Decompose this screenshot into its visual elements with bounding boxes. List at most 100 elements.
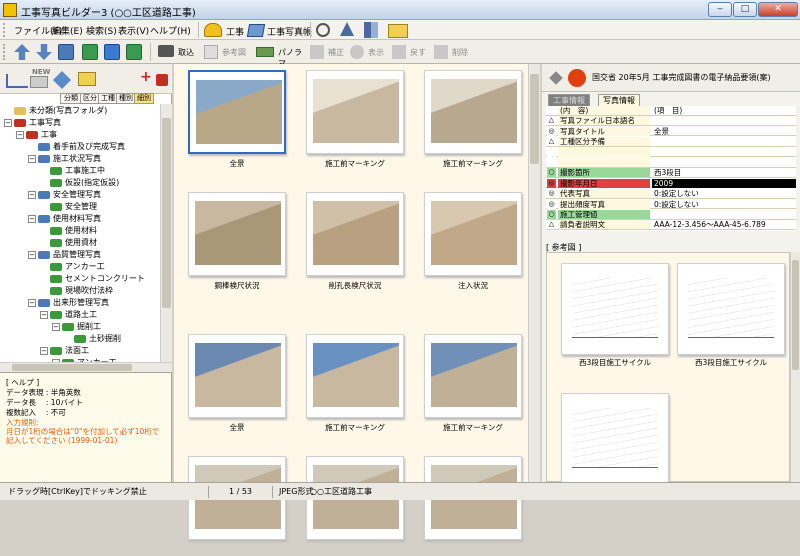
- info-value[interactable]: [652, 210, 796, 219]
- tree-node[interactable]: 安全管理: [40, 201, 97, 213]
- gallery-scrollbar[interactable]: [528, 64, 540, 482]
- expand-toggle-icon[interactable]: −: [16, 130, 24, 139]
- photo-thumbnail[interactable]: 施工前マーキング: [306, 334, 404, 434]
- tree-node[interactable]: − 施工状況写真: [28, 153, 101, 165]
- import-button[interactable]: 取込: [158, 42, 200, 62]
- tree-node[interactable]: セメントコンクリート: [40, 273, 145, 285]
- info-row[interactable]: (内 容) (項 目): [546, 106, 796, 116]
- scroll-thumb[interactable]: [792, 260, 799, 370]
- remove-icon[interactable]: [156, 74, 168, 86]
- info-value[interactable]: [652, 148, 796, 157]
- scroll-thumb[interactable]: [12, 364, 132, 371]
- photo-thumbnail[interactable]: 削孔長検尺状況: [306, 192, 404, 292]
- expand-toggle-icon[interactable]: −: [28, 190, 36, 199]
- photo-thumbnail[interactable]: 施工前マーキング: [424, 70, 522, 170]
- photo-thumbnail[interactable]: [306, 456, 404, 556]
- reference-thumbnail[interactable]: 西3段目施工サイクル: [561, 263, 669, 371]
- photo-thumbnail[interactable]: [424, 456, 522, 556]
- tree-node[interactable]: 現場吹付法枠: [40, 285, 113, 297]
- photo-thumbnail[interactable]: 鋼棒検尺状況: [188, 192, 286, 292]
- display-button[interactable]: 表示: [350, 42, 386, 62]
- info-row[interactable]: △ 工種区分予備: [546, 137, 796, 147]
- minimize-button[interactable]: ‒: [708, 2, 732, 17]
- tree-node[interactable]: − 工事写真: [4, 117, 61, 129]
- import-folder-icon[interactable]: [58, 44, 74, 60]
- menu-help[interactable]: ヘルプ(H): [150, 24, 191, 37]
- tree-scrollbar[interactable]: [160, 104, 172, 362]
- scroll-thumb[interactable]: [162, 118, 171, 308]
- reference-thumbnail[interactable]: 西3段目施工サイクル: [677, 263, 785, 371]
- info-row[interactable]: ○ 撮影箇所 西3段目: [546, 168, 796, 178]
- move-up-icon[interactable]: [14, 44, 30, 60]
- folder-icon[interactable]: [78, 72, 96, 86]
- expand-toggle-icon[interactable]: −: [28, 250, 36, 259]
- info-value[interactable]: 0:設定しない: [652, 200, 796, 209]
- tree-node[interactable]: − 出来形管理写真: [28, 297, 109, 309]
- info-row[interactable]: △ 写真ファイル日本語名: [546, 116, 796, 126]
- tree-node[interactable]: アンカー工: [40, 261, 105, 273]
- tree-node[interactable]: − 使用材料写真: [28, 213, 101, 225]
- tree-node[interactable]: − 工事: [16, 129, 57, 141]
- tree-node[interactable]: 未分類(写真フォルダ): [4, 105, 107, 117]
- panorama-button[interactable]: パノラマ: [256, 42, 306, 68]
- tree-node[interactable]: − 法面工: [40, 345, 89, 357]
- sort-ascending-icon[interactable]: [340, 22, 354, 36]
- tree-node[interactable]: − 品質管理写真: [28, 249, 101, 261]
- menu-edit[interactable]: 編集(E): [52, 24, 83, 37]
- photo-thumbnail[interactable]: 全景: [188, 70, 286, 170]
- tree-node[interactable]: − 安全管理写真: [28, 189, 101, 201]
- tree-node[interactable]: 使用材料: [40, 225, 97, 237]
- expand-toggle-icon[interactable]: −: [28, 154, 36, 163]
- info-value[interactable]: 2009: [652, 178, 796, 188]
- export-icon[interactable]: [126, 44, 142, 60]
- close-button[interactable]: ✕: [758, 2, 798, 17]
- reference-scrollbar[interactable]: [790, 252, 800, 482]
- menu-view[interactable]: 表示(V): [118, 24, 149, 37]
- photo-thumbnail[interactable]: 施工前マーキング: [306, 70, 404, 170]
- tab-koshu[interactable]: 工種: [98, 93, 118, 104]
- info-row[interactable]: [546, 158, 796, 168]
- chart-icon[interactable]: [6, 74, 28, 88]
- expand-toggle-icon[interactable]: −: [40, 310, 48, 319]
- info-value[interactable]: 西3段目: [652, 168, 796, 177]
- info-value[interactable]: 全景: [652, 127, 796, 136]
- phone-icon[interactable]: [568, 69, 586, 87]
- info-value[interactable]: [652, 137, 796, 146]
- menu-search[interactable]: 検索(S): [86, 24, 117, 37]
- reference-button[interactable]: 参考図: [204, 42, 250, 62]
- new-icon[interactable]: [30, 76, 48, 88]
- sort-toggle-icon[interactable]: [364, 22, 378, 38]
- expand-toggle-icon[interactable]: −: [28, 298, 36, 307]
- tree-node[interactable]: − 掘削工: [52, 321, 101, 333]
- move-down-icon[interactable]: [36, 44, 52, 60]
- scroll-thumb[interactable]: [530, 74, 539, 164]
- tab-kubun[interactable]: 区分: [80, 93, 100, 104]
- photobook-button[interactable]: 工事写真帳: [246, 21, 312, 39]
- expand-toggle-icon[interactable]: −: [4, 118, 12, 127]
- tree-node[interactable]: 使用資材: [40, 237, 97, 249]
- tab-bunrui[interactable]: 分類: [60, 93, 82, 104]
- tree-node[interactable]: 着手前及び完成写真: [28, 141, 125, 153]
- expand-toggle-icon[interactable]: −: [40, 346, 48, 355]
- tree-node[interactable]: 土砂掘削: [64, 333, 121, 345]
- expand-toggle-icon[interactable]: −: [52, 322, 60, 331]
- photo-thumbnail[interactable]: 施工前マーキング: [424, 334, 522, 434]
- photo-thumbnail[interactable]: 注入状況: [424, 192, 522, 292]
- info-row[interactable]: ◎ 写真タイトル 全景: [546, 126, 796, 137]
- tab-koji-info[interactable]: 工事情報: [548, 94, 590, 106]
- blue-book-icon[interactable]: [104, 44, 120, 60]
- photo-thumbnail[interactable]: 全景: [188, 334, 286, 434]
- tree-node[interactable]: 工事施工中: [40, 165, 105, 177]
- info-row[interactable]: [546, 147, 796, 158]
- delete-button[interactable]: 削除: [434, 42, 470, 62]
- stack-icon[interactable]: [52, 70, 72, 90]
- maximize-button[interactable]: □: [733, 2, 757, 17]
- info-value[interactable]: [652, 158, 796, 167]
- tab-photo-info[interactable]: 写真情報: [598, 94, 640, 106]
- tab-shubetsu[interactable]: 種別: [116, 93, 136, 104]
- info-value[interactable]: 0:設定しない: [652, 189, 796, 198]
- photo-thumbnail[interactable]: [188, 456, 286, 556]
- info-row[interactable]: △ 請負者説明文 AAA-12-3.456～AAA-45-6.789: [546, 220, 796, 230]
- tree-node[interactable]: 仮設(指定仮設): [40, 177, 119, 189]
- info-row[interactable]: ◎ 撮影年月日 2009: [546, 178, 796, 189]
